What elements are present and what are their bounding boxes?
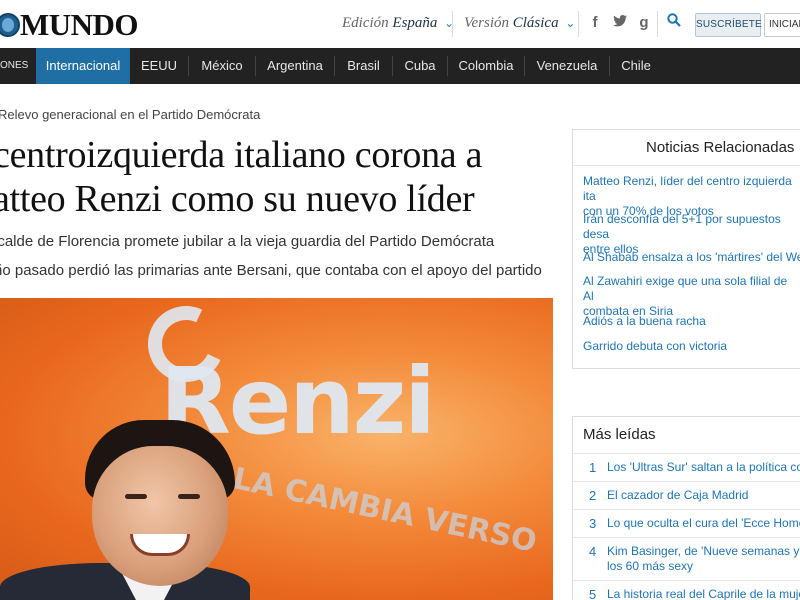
person-eye (178, 494, 200, 499)
search-icon[interactable] (664, 13, 684, 33)
most-read-link[interactable]: La historia real del Caprile de la muje (607, 587, 800, 600)
related-link[interactable]: Al Shabab ensalza a los 'mártires' del W… (573, 250, 800, 265)
twitter-icon[interactable] (610, 13, 630, 33)
most-read-list: 1 Los 'Ultras Sur' saltan a la política … (573, 453, 800, 600)
chevron-down-icon: ⌄ (565, 16, 576, 30)
nav-item-colombia[interactable]: Colombia (448, 48, 524, 84)
list-item[interactable]: 4 Kim Basinger, de 'Nueve semanas y los 6… (573, 537, 800, 580)
version-label: Versión (464, 15, 509, 31)
site-logo[interactable]: MUNDO (0, 7, 139, 42)
login-button[interactable]: INICIAR SESIÓN (764, 13, 800, 37)
most-read-title: Más leídas (583, 426, 656, 443)
article-kicker: Relevo generacional en el Partido Demócr… (0, 107, 261, 122)
list-number: 5 (589, 587, 597, 600)
nav-item-opiniones[interactable]: ONES (0, 48, 30, 84)
most-read-link[interactable]: El cazador de Caja Madrid (607, 488, 748, 503)
related-link[interactable]: Garrido debuta con victoria (573, 339, 800, 354)
list-item[interactable]: Al Zawahiri exige que una sola filial de… (573, 274, 800, 318)
globe-icon (0, 13, 20, 37)
article-photo[interactable]: Renzi LA CAMBIA VERSO (0, 298, 553, 600)
nav-item-chile[interactable]: Chile (610, 48, 662, 84)
list-item[interactable]: Matteo Renzi, líder del centro izquierda… (573, 174, 800, 218)
list-number: 3 (589, 516, 597, 531)
list-item[interactable]: 3 Lo que oculta el cura del 'Ecce Homo (573, 509, 800, 537)
list-item[interactable]: 1 Los 'Ultras Sur' saltan a la política … (573, 453, 800, 481)
version-selector[interactable]: Versión Clásica ⌄ (464, 15, 575, 32)
top-header: MUNDO Edición España ⌄ Versión Clásica ⌄… (0, 0, 800, 48)
divider (452, 11, 453, 37)
divider (657, 11, 658, 37)
related-link[interactable]: Adiós a la buena racha (573, 314, 800, 329)
list-item[interactable]: 5 La historia real del Caprile de la muj… (573, 580, 800, 600)
edition-selector[interactable]: Edición España ⌄ (342, 15, 454, 32)
version-value: Clásica (512, 15, 559, 31)
googleplus-icon[interactable]: g (634, 13, 654, 33)
related-link[interactable]: Al Zawahiri exige que una sola filial de… (573, 274, 798, 319)
list-number: 4 (589, 544, 597, 559)
nav-item-mexico[interactable]: México (189, 48, 255, 84)
list-item[interactable]: Irán desconfía del 5+1 por supuestos des… (573, 212, 800, 256)
related-news-title: Noticias Relacionadas (573, 130, 800, 166)
most-read-box: Más leídas 1 Los 'Ultras Sur' saltan a l… (572, 416, 800, 600)
article-subtitle: ño pasado perdió las primarias ante Bers… (0, 262, 542, 279)
nav-item-brasil[interactable]: Brasil (335, 48, 392, 84)
logo-text: MUNDO (20, 7, 139, 42)
nav-item-argentina[interactable]: Argentina (256, 48, 334, 84)
nav-item-venezuela[interactable]: Venezuela (525, 48, 609, 84)
nav-item-cuba[interactable]: Cuba (393, 48, 447, 84)
divider (578, 11, 579, 37)
photo-slogan-text: LA CAMBIA VERSO (229, 461, 540, 560)
person-eye (125, 494, 147, 499)
facebook-icon[interactable]: f (585, 13, 605, 33)
main-nav: ONES Internacional EEUU México Argentina… (0, 48, 800, 84)
list-item[interactable]: Garrido debuta con victoria (573, 339, 800, 363)
most-read-link[interactable]: Lo que oculta el cura del 'Ecce Homo (607, 516, 800, 531)
list-item[interactable]: 2 El cazador de Caja Madrid (573, 481, 800, 509)
list-item[interactable]: Al Shabab ensalza a los 'mártires' del W… (573, 250, 800, 274)
person-face (92, 446, 228, 586)
most-read-link[interactable]: Los 'Ultras Sur' saltan a la política co (607, 460, 800, 475)
related-list: Matteo Renzi, líder del centro izquierda… (573, 166, 800, 363)
article-headline: centroizquierda italiano corona a atteo R… (0, 134, 483, 220)
related-news-box: Noticias Relacionadas Matteo Renzi, líde… (572, 129, 800, 369)
subscribe-button[interactable]: SUSCRÍBETE (695, 13, 762, 37)
article-subtitle: lcalde de Florencia promete jubilar a la… (0, 233, 495, 250)
nav-item-eeuu[interactable]: EEUU (130, 48, 188, 84)
list-item[interactable]: Adiós a la buena racha (573, 314, 800, 339)
edition-value: España (392, 15, 438, 31)
most-read-link[interactable]: Kim Basinger, de 'Nueve semanas y los 60 … (607, 544, 800, 574)
nav-item-internacional[interactable]: Internacional (36, 48, 130, 84)
edition-label: Edición (342, 15, 389, 31)
list-number: 2 (589, 488, 597, 503)
list-number: 1 (589, 460, 597, 475)
